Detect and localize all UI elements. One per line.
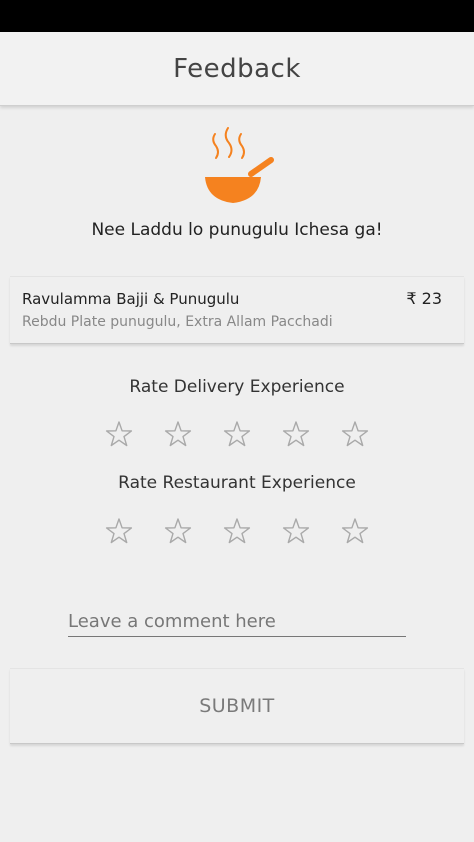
app-header: Feedback [0,32,474,106]
page-title: Feedback [173,53,301,84]
delivery-star-1-icon[interactable] [105,420,133,448]
restaurant-rating-title: Rate Restaurant Experience [118,473,356,493]
order-description: Rebdu Plate punugulu, Extra Allam Paccha… [22,314,333,330]
bowl-icon [195,124,279,208]
comment-input[interactable] [68,606,406,637]
restaurant-star-2-icon[interactable] [164,517,192,545]
restaurant-star-rating[interactable] [105,517,369,551]
restaurant-star-4-icon[interactable] [282,517,310,545]
delivery-rating-title: Rate Delivery Experience [129,377,345,397]
delivery-star-3-icon[interactable] [223,420,251,448]
restaurant-star-1-icon[interactable] [105,517,133,545]
restaurant-star-3-icon[interactable] [223,517,251,545]
order-price: ₹ 23 [406,289,442,308]
delivery-star-rating[interactable] [105,420,369,454]
order-item-name: Ravulamma Bajji & Punugulu [22,290,240,308]
submit-button[interactable]: SUBMIT [10,669,464,743]
tagline: Nee Laddu lo punugulu Ichesa ga! [91,220,383,240]
restaurant-star-5-icon[interactable] [341,517,369,545]
order-summary-card: Ravulamma Bajji & Punugulu ₹ 23 Rebdu Pl… [10,276,464,344]
delivery-star-5-icon[interactable] [341,420,369,448]
status-bar [0,0,474,32]
delivery-star-4-icon[interactable] [282,420,310,448]
submit-card: SUBMIT [10,668,464,744]
delivery-star-2-icon[interactable] [164,420,192,448]
